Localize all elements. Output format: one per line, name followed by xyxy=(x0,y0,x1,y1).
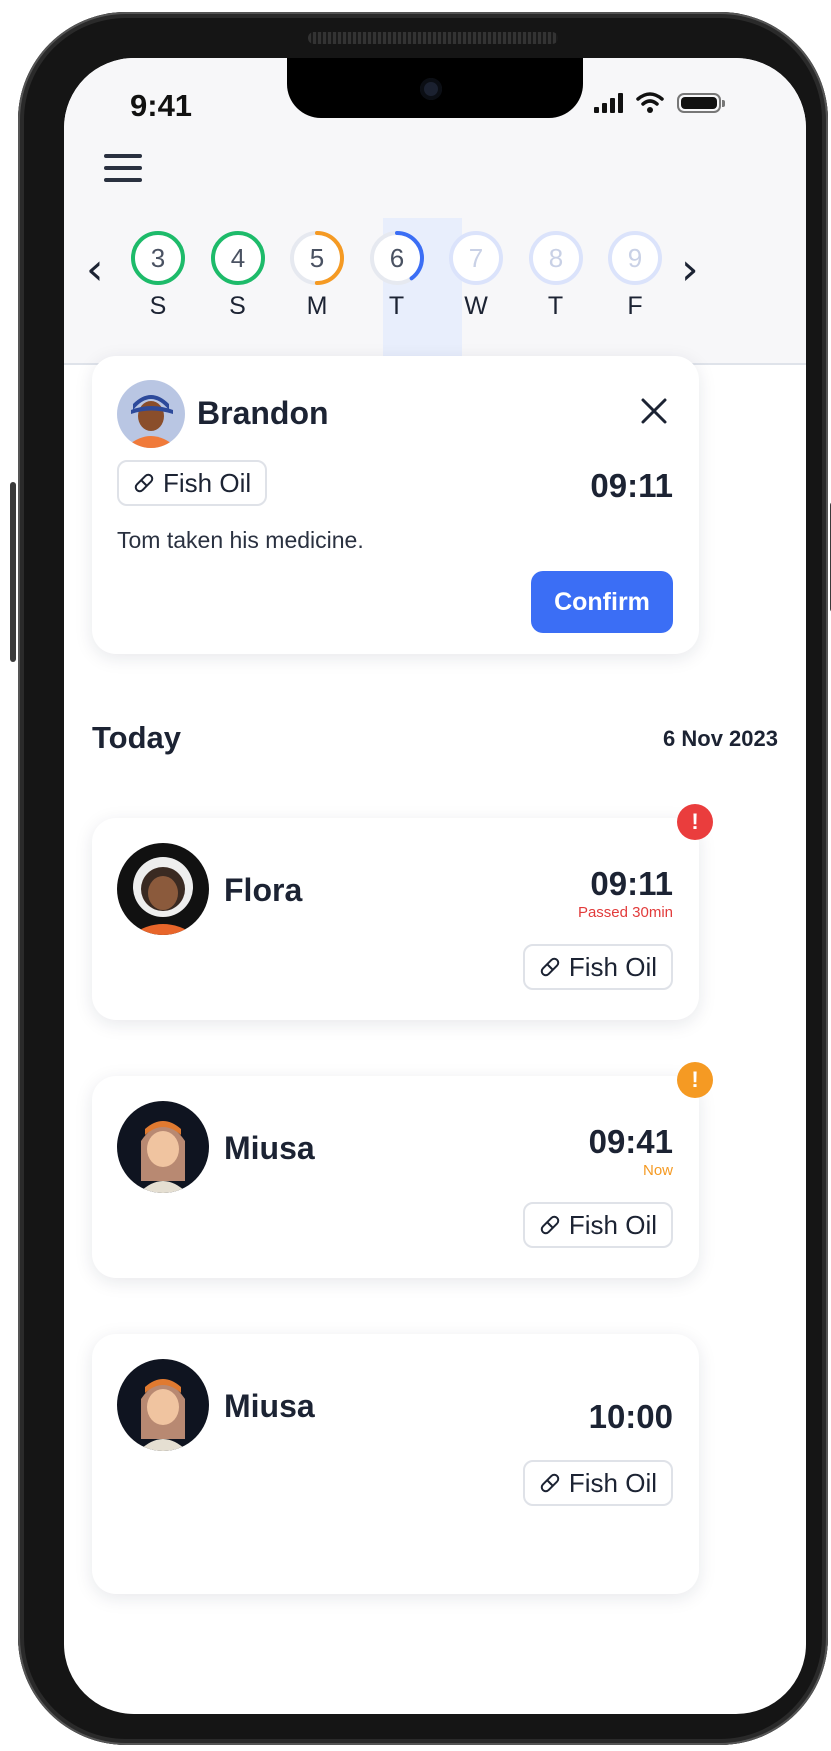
chevron-left-icon[interactable]: ‹ xyxy=(86,248,104,292)
pill-icon xyxy=(134,473,154,493)
day-item[interactable]: 6T xyxy=(362,228,432,321)
day-letter: S xyxy=(229,292,246,320)
medicine-label: Fish Oil xyxy=(568,1209,657,1240)
pill-icon xyxy=(540,1473,560,1493)
day-progress-ring: 8 xyxy=(528,231,583,285)
day-letter: T xyxy=(547,292,564,320)
day-item[interactable]: 8T xyxy=(521,228,591,321)
day-item[interactable]: 4S xyxy=(203,228,273,321)
day-letter: F xyxy=(627,292,643,320)
reminder-status: Now xyxy=(642,1162,673,1179)
reminder-time: 10:00 xyxy=(588,1398,673,1435)
app-screen: 9:41 ‹ › 3S4S5M6T7W8T9 F Brandon Fish Oi… xyxy=(64,58,806,1714)
day-item[interactable]: 5M xyxy=(282,228,352,321)
day-number: 8 xyxy=(548,243,562,273)
day-letter: W xyxy=(464,292,488,320)
medicine-tag[interactable]: Fish Oil xyxy=(522,944,673,990)
phone-side-button xyxy=(10,482,16,662)
avatar xyxy=(117,843,209,935)
section-date: 6 Nov 2023 xyxy=(663,726,778,751)
battery-icon xyxy=(677,93,725,113)
day-progress-ring: 9 xyxy=(608,231,662,285)
medicine-label: Fish Oil xyxy=(568,951,657,982)
day-letter: S xyxy=(149,292,167,320)
day-item[interactable]: 9F xyxy=(600,228,670,321)
speaker-grill xyxy=(308,32,558,44)
reminder-card[interactable]: Miusa 09:41 Now Fish Oil! xyxy=(92,1062,713,1278)
pill-icon xyxy=(540,957,560,977)
wifi-icon xyxy=(636,92,664,113)
reminder-time: 09:41 xyxy=(588,1123,673,1160)
chevron-right-icon[interactable]: › xyxy=(681,248,699,292)
day-number: 7 xyxy=(469,243,483,273)
avatar xyxy=(117,1359,209,1451)
day-letter: M xyxy=(306,292,328,320)
notification-message: Tom taken his medicine. xyxy=(117,527,364,553)
day-progress-ring: 6 xyxy=(369,231,424,285)
reminder-name: Miusa xyxy=(224,1130,315,1166)
notification-card: Brandon Fish Oil 09:11 Tom taken his med… xyxy=(92,356,699,654)
front-camera xyxy=(420,78,442,100)
confirm-button[interactable]: Confirm xyxy=(531,571,673,633)
alert-icon: ! xyxy=(677,804,713,840)
hamburger-menu-icon[interactable] xyxy=(104,154,142,184)
day-number: 6 xyxy=(389,243,403,273)
reminder-time: 09:11 xyxy=(590,865,673,902)
day-number: 3 xyxy=(151,243,165,273)
day-progress-ring: 5 xyxy=(290,231,344,285)
medicine-tag[interactable]: Fish Oil xyxy=(117,460,268,506)
avatar xyxy=(117,1101,209,1193)
day-letter: T xyxy=(388,292,405,320)
phone-frame: 9:41 ‹ › 3S4S5M6T7W8T9 F Brandon Fish Oi… xyxy=(10,12,831,1745)
reminder-card[interactable]: Flora 09:11 Passed 30min Fish Oil! xyxy=(92,804,713,1020)
header-area: 9:41 ‹ › 3S4S5M6T7W8T9 F xyxy=(64,58,806,365)
medicine-tag[interactable]: Fish Oil xyxy=(522,1202,673,1248)
status-time: 9:41 xyxy=(130,88,193,123)
reminder-status: Passed 30min xyxy=(577,904,673,921)
day-progress-ring: 7 xyxy=(449,231,503,285)
day-item[interactable]: 7W xyxy=(441,228,511,321)
phone-notch xyxy=(287,58,583,118)
status-icons xyxy=(594,92,725,113)
alert-icon: ! xyxy=(677,1062,713,1098)
day-progress-ring: 3 xyxy=(131,231,185,285)
notification-name: Brandon xyxy=(197,395,329,431)
reminder-card[interactable]: Miusa 10:00 Fish Oil xyxy=(92,1334,699,1594)
section-title: Today xyxy=(92,720,181,755)
day-number: 4 xyxy=(230,243,244,273)
medicine-tag[interactable]: Fish Oil xyxy=(522,1460,673,1506)
cellular-signal-icon xyxy=(594,93,623,113)
day-progress-ring: 4 xyxy=(210,231,265,285)
notification-time: 09:11 xyxy=(590,467,673,504)
pill-icon xyxy=(540,1215,560,1235)
reminder-name: Flora xyxy=(224,872,303,908)
reminder-name: Miusa xyxy=(224,1388,315,1424)
day-number: 5 xyxy=(310,243,324,273)
day-number: 9 xyxy=(628,243,642,273)
day-item[interactable]: 3S xyxy=(123,228,193,321)
medicine-label: Fish Oil xyxy=(568,1467,657,1498)
close-icon[interactable] xyxy=(639,396,669,426)
medicine-label: Fish Oil xyxy=(163,467,252,498)
avatar xyxy=(117,380,185,448)
